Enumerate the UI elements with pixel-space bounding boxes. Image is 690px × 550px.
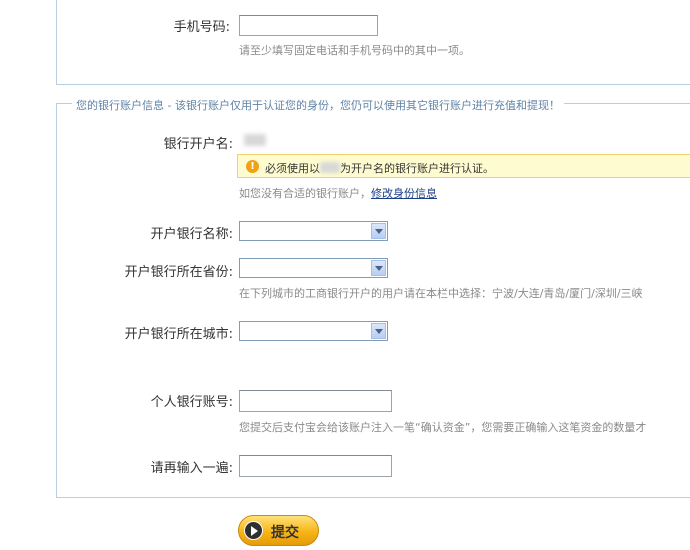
account-number-confirm-input[interactable]: [239, 455, 392, 477]
province-hint: 在下列城市的工商银行开户的用户请在本栏中选择：宁波/大连/青岛/厦门/深圳/三峡: [239, 287, 643, 300]
warning-text-before: 必须使用以: [265, 162, 320, 175]
no-account-text: 如您没有合适的银行账户，: [239, 187, 371, 200]
bank-section-legend: 您的银行账户信息 - 该银行账户仅用于认证您的身份，您仍可以使用其它银行账户进行…: [72, 97, 564, 113]
phone-label: 手机号码:: [173, 20, 230, 35]
submit-button[interactable]: 提交: [238, 515, 319, 546]
bank-owner-name-redacted: [244, 134, 266, 146]
edit-identity-link[interactable]: 修改身份信息: [371, 187, 437, 200]
account-number-input[interactable]: [239, 390, 392, 412]
phone-hint: 请至少填写固定电话和手机号码中的其中一项。: [239, 44, 470, 57]
phone-input[interactable]: [239, 15, 378, 36]
warning-icon: !: [246, 160, 259, 173]
no-account-hint: 如您没有合适的银行账户，修改身份信息: [239, 185, 437, 201]
bank-name-label: 开户银行名称:: [150, 227, 233, 242]
submit-label: 提交: [271, 525, 299, 541]
chevron-down-icon[interactable]: [371, 260, 386, 276]
bank-owner-label: 银行开户名:: [163, 137, 233, 152]
account-number-label: 个人银行账号:: [150, 395, 233, 410]
play-arrow-icon: [244, 521, 263, 540]
bank-name-select[interactable]: [239, 221, 388, 241]
chevron-down-icon[interactable]: [371, 323, 386, 339]
city-label: 开户银行所在城市:: [124, 327, 233, 342]
warning-box: ! 必须使用以 为开户名的银行账户进行认证。: [237, 154, 690, 178]
province-label: 开户银行所在省份:: [124, 265, 233, 280]
warning-text-after: 为开户名的银行账户进行认证。: [340, 162, 494, 175]
account-number-confirm-label: 请再输入一遍:: [150, 461, 233, 476]
city-select[interactable]: [239, 321, 388, 341]
account-number-hint: 您提交后支付宝会给该账户注入一笔“确认资金”，您需要正确输入这笔资金的数量才: [239, 421, 647, 434]
warning-name-redacted: [320, 162, 340, 173]
warning-text: 必须使用以 为开户名的银行账户进行认证。: [265, 160, 494, 176]
province-select[interactable]: [239, 258, 388, 278]
chevron-down-icon[interactable]: [371, 223, 386, 239]
